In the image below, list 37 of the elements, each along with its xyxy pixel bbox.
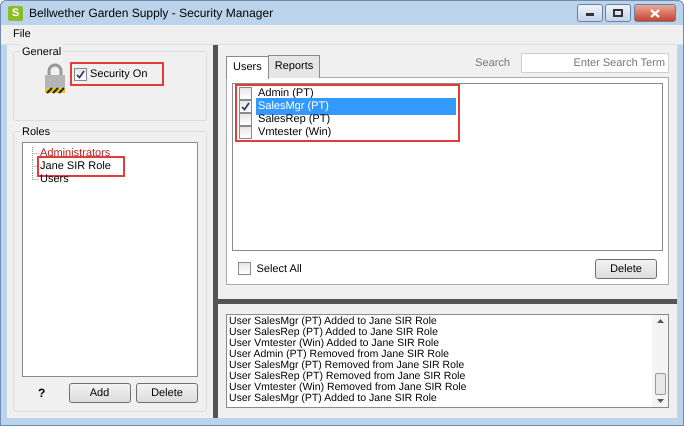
menu-item[interactable]: File bbox=[13, 26, 31, 43]
log-entry: User SalesMgr (PT) Removed from Jane SIR Role bbox=[229, 360, 466, 371]
role-button[interactable]: Delete bbox=[136, 382, 198, 403]
close-icon bbox=[650, 8, 660, 18]
select-all-checkbox[interactable]: Select All bbox=[238, 260, 302, 277]
user-list-item[interactable]: Vmtester (Win) bbox=[239, 126, 456, 139]
minimize-icon bbox=[584, 10, 594, 16]
log-entry: User Admin (PT) Removed from Jane SIR Role bbox=[229, 349, 450, 360]
tab[interactable]: Users bbox=[226, 56, 269, 79]
search-field[interactable]: Enter Search Term bbox=[521, 53, 669, 73]
user-list-item[interactable]: Admin (PT) bbox=[239, 87, 456, 100]
log-entry: User SalesMgr (PT) Added to Jane SIR Role bbox=[229, 393, 438, 404]
minimize-button[interactable] bbox=[576, 4, 602, 22]
security-checkbox[interactable]: Security On bbox=[72, 64, 162, 84]
log-entry: User Vmtester (Win) Added to Jane SIR Role bbox=[229, 338, 440, 349]
checkmark-icon bbox=[76, 70, 86, 78]
padlock-icon bbox=[44, 62, 66, 94]
log-entry: User SalesRep (PT) Removed from Jane SIR Role bbox=[229, 371, 466, 382]
tab[interactable]: Reports bbox=[268, 54, 320, 78]
maximize-icon bbox=[613, 9, 624, 17]
log-entry: User SalesRep (PT) Added to Jane SIR Role bbox=[229, 327, 439, 338]
window-title: Bellwether Garden Supply - Security Manager bbox=[29, 5, 274, 22]
help-button[interactable]: ? bbox=[22, 384, 68, 402]
search-label: Search bbox=[475, 56, 510, 70]
role-button[interactable]: Add bbox=[68, 382, 130, 403]
maximize-button[interactable] bbox=[605, 4, 632, 22]
scroll-up-icon[interactable] bbox=[656, 319, 664, 323]
close-button[interactable] bbox=[634, 4, 676, 22]
delete-button[interactable]: Delete bbox=[595, 258, 657, 279]
scroll-down-icon[interactable] bbox=[656, 399, 664, 403]
log-entry: User SalesMgr (PT) Added to Jane SIR Role bbox=[229, 316, 438, 327]
log-entry: User Vmtester (Win) Removed from Jane SIR Role bbox=[229, 382, 468, 393]
user-list-item[interactable]: SalesRep (PT) bbox=[239, 113, 456, 126]
scrollbar-thumb[interactable] bbox=[654, 373, 666, 395]
checkmark-icon bbox=[241, 102, 250, 111]
scrollbar[interactable] bbox=[652, 315, 668, 407]
app-logo: S bbox=[8, 6, 23, 20]
